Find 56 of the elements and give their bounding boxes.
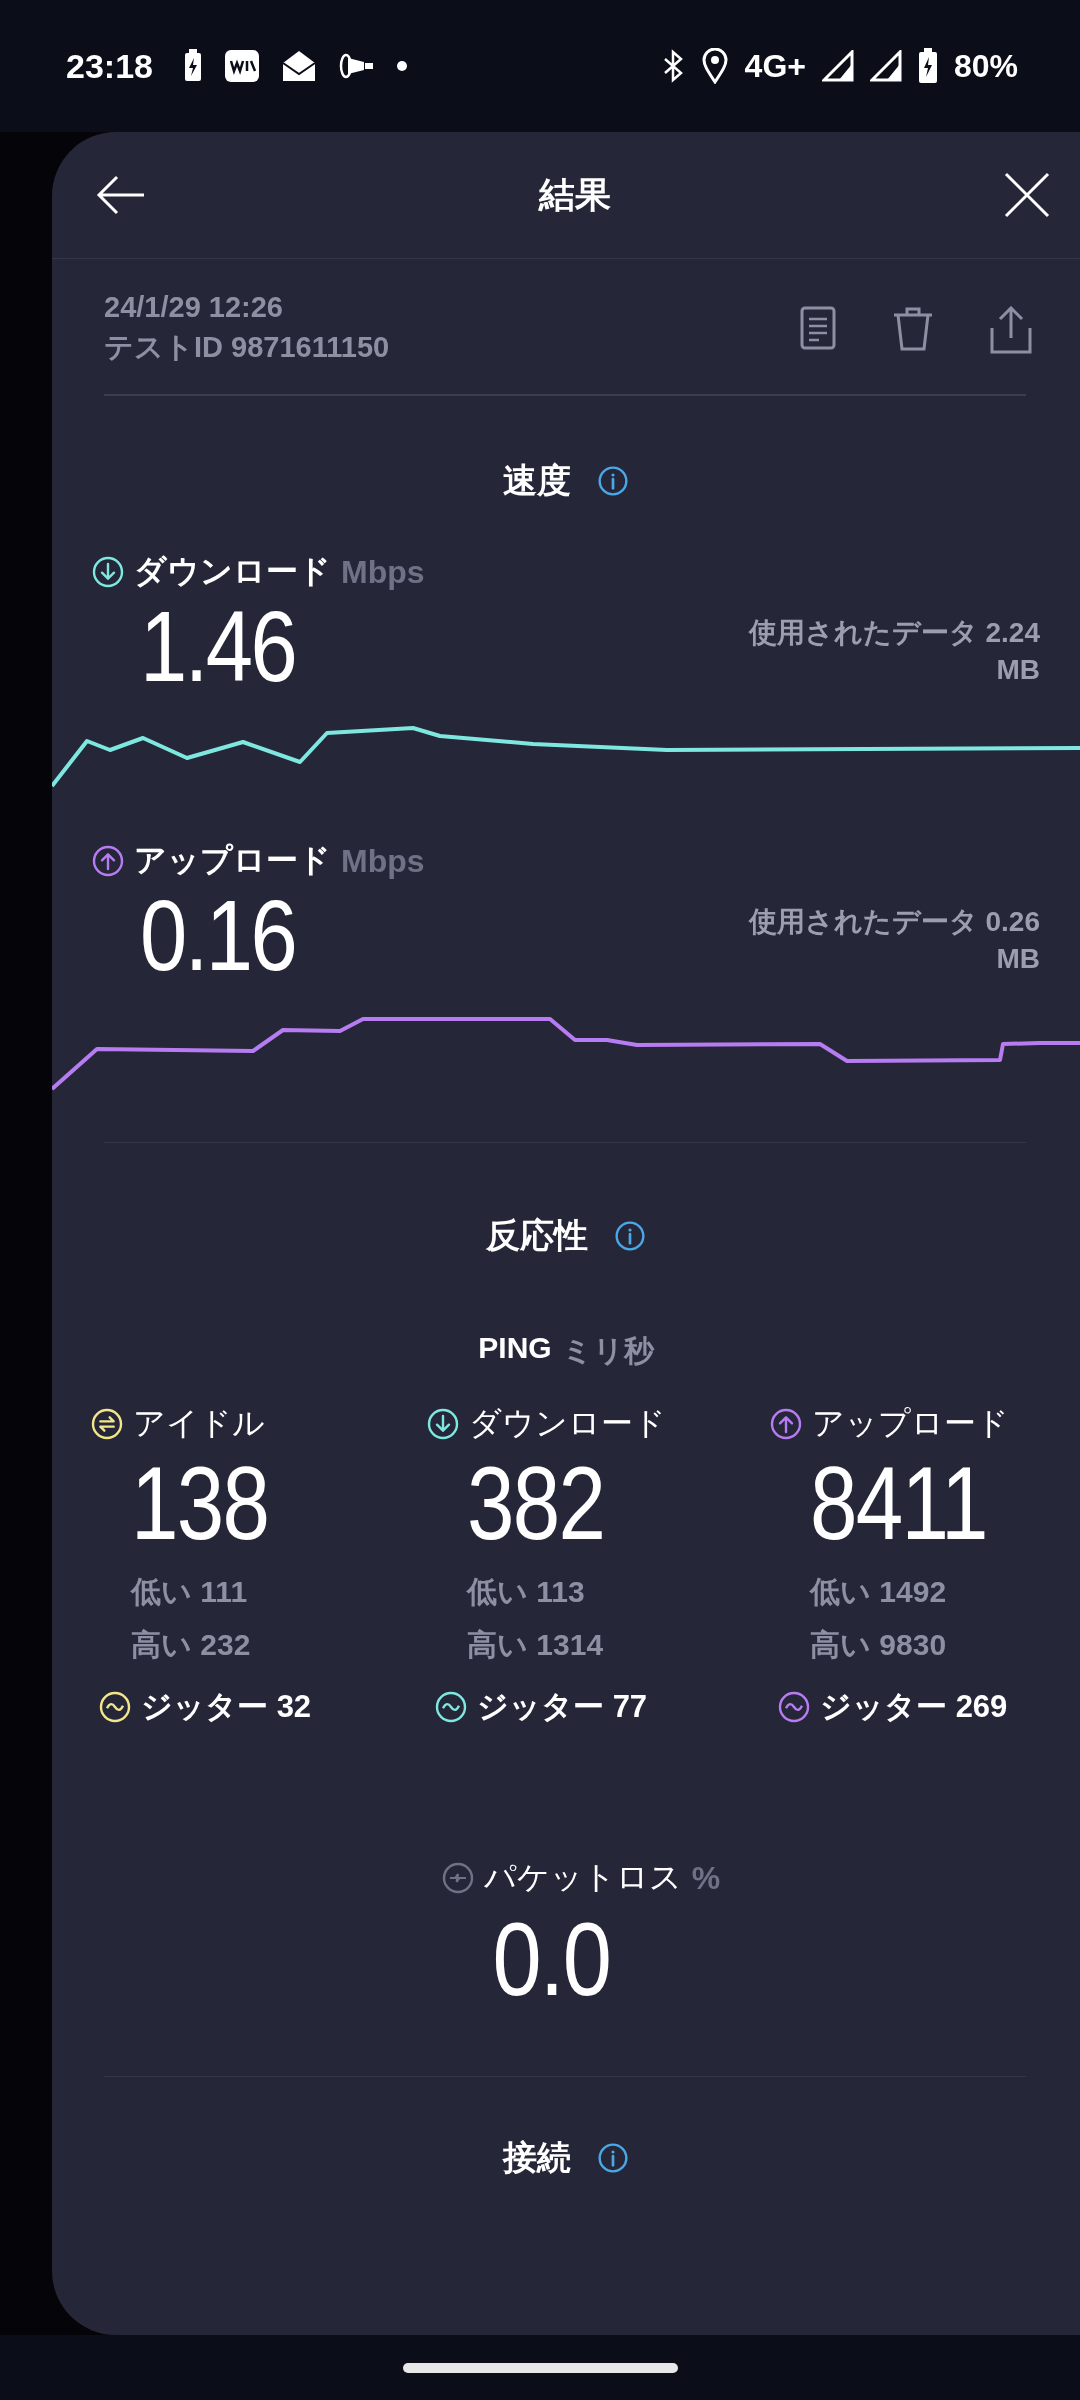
test-date: 24/1/29 12:26 [104,291,284,324]
wave-icon [99,1691,131,1724]
mail-icon [280,49,317,83]
speed-label: アップロード [134,841,331,880]
ping-high: 高い 9830 [810,1627,948,1664]
ping-type-label: アップロード [812,1404,1009,1443]
dot-icon [396,61,407,71]
speed-label: ダウンロード [134,552,331,591]
ping-label: PING [478,1331,552,1366]
ping-unit: ミリ秒 [561,1333,654,1369]
signal-icon [869,50,902,82]
packet-loss-icon [441,1862,474,1895]
test-id: テストID 9871611150 [104,330,390,365]
packet-loss-value: 0.0 [492,1900,610,2020]
home-indicator[interactable] [402,2362,678,2373]
jitter: ジッター 32 [141,1688,312,1727]
share-icon[interactable] [990,305,1032,354]
data-used: 使用されたデータ 0.26 MB [747,905,1040,976]
ping-low: 低い 113 [467,1574,586,1611]
ping-type-label: ダウンロード [469,1404,666,1443]
packet-loss-unit: % [691,1859,721,1897]
battery-percent: 80% [953,47,1018,85]
signal-icon [821,50,854,82]
wave-icon [778,1691,810,1724]
ping-low: 低い 111 [131,1574,249,1611]
speed-unit: Mbps [341,842,425,880]
section-title: 反応性 [486,1215,588,1256]
speed-unit: Mbps [341,553,425,591]
ping-type-label: アイドル [133,1404,265,1443]
location-pin-icon [700,48,729,84]
section-title: 速度 [503,460,571,501]
ping-value: 8411 [810,1446,988,1561]
speed-value: 0.16 [140,883,296,988]
delete-icon[interactable] [892,305,934,354]
wave-icon [435,1691,467,1724]
screen-title: 結果 [539,172,611,217]
speed-value: 1.46 [140,594,296,699]
info-icon[interactable] [597,2142,629,2174]
section-title: 接続 [503,2137,571,2178]
battery-charging-icon [182,49,203,83]
ping-high: 高い 1314 [467,1627,605,1664]
ping-high: 高い 232 [131,1627,252,1664]
data-used: 使用されたデータ 2.24 MB [747,616,1040,687]
ping-low: 低い 1492 [810,1574,948,1611]
jitter: ジッター 77 [477,1688,648,1727]
info-icon[interactable] [614,1220,646,1252]
app-notification-icon [224,50,259,82]
ping-value: 138 [131,1446,270,1561]
battery-charging-icon [917,48,938,84]
info-icon[interactable] [597,465,629,497]
megaphone-icon [338,53,375,79]
network-type: 4G+ [744,47,806,85]
jitter: ジッター 269 [820,1688,1008,1727]
status-time: 23:18 [66,46,153,86]
ping-value: 382 [467,1446,606,1561]
packet-loss-label: パケットロス [483,1858,682,1898]
